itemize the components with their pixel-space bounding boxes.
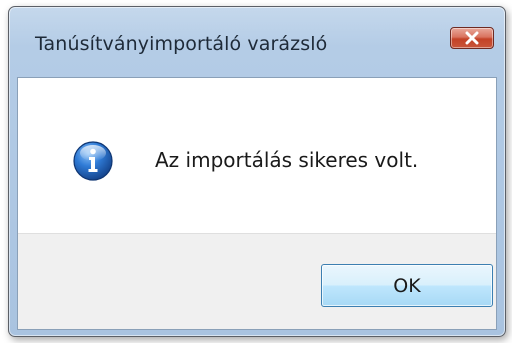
title-bar[interactable]: Tanúsítványimportáló varázsló xyxy=(9,7,505,77)
dialog-body: Az importálás sikeres volt. OK xyxy=(17,77,497,330)
button-bar: OK xyxy=(18,233,496,329)
ok-button[interactable]: OK xyxy=(321,264,493,307)
message-area: Az importálás sikeres volt. xyxy=(18,78,496,233)
info-icon xyxy=(73,141,113,181)
window-title: Tanúsítványimportáló varázsló xyxy=(35,33,328,55)
close-icon xyxy=(465,31,479,45)
message-dialog: Tanúsítványimportáló varázsló Az importá… xyxy=(8,6,506,337)
message-text: Az importálás sikeres volt. xyxy=(155,148,419,172)
close-button[interactable] xyxy=(450,27,494,49)
